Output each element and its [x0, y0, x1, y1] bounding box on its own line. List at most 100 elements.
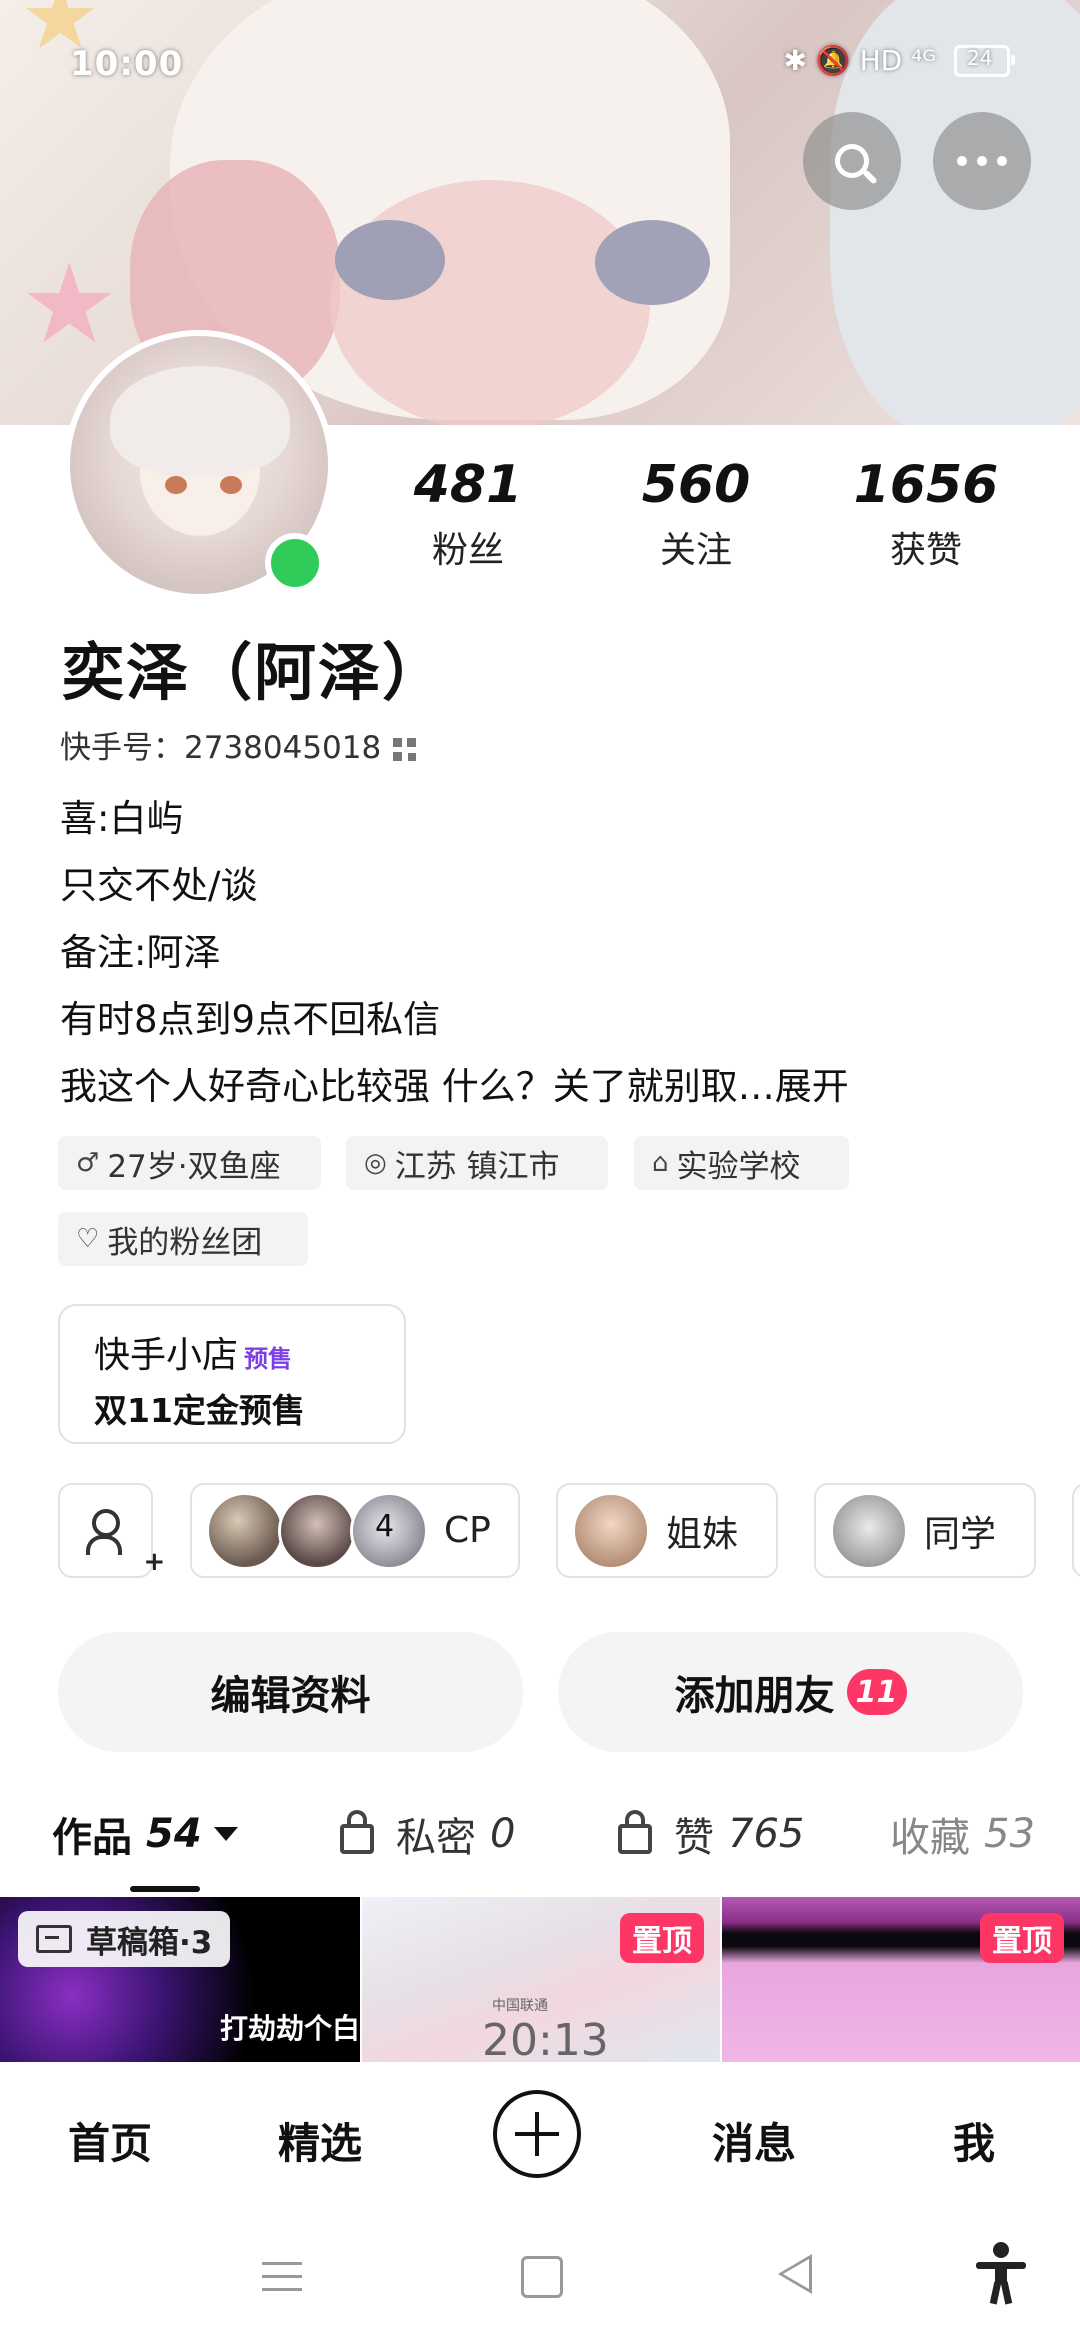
member-avatar: [278, 1491, 356, 1570]
heart-icon: ♡: [76, 1224, 100, 1254]
shop-title: 快手小店: [94, 1335, 239, 1376]
folder-icon: [36, 1925, 72, 1953]
more-button[interactable]: [933, 112, 1031, 210]
nav-messages[interactable]: 消息: [712, 2110, 796, 2171]
tab-works[interactable]: 作品 54: [52, 1805, 238, 1863]
member-count-avatar: 4: [350, 1491, 428, 1570]
tab-count: 54: [146, 1811, 202, 1857]
qr-code-icon[interactable]: [393, 737, 418, 762]
stat-value: 481: [413, 455, 523, 515]
star-decoration: ★: [20, 240, 119, 368]
online-status-indicator: [265, 533, 325, 593]
recent-apps-icon[interactable]: [262, 2262, 302, 2292]
search-button[interactable]: [803, 112, 901, 210]
tag-label: 27岁·双鱼座: [107, 1148, 281, 1185]
tab-label: 私密: [396, 1815, 476, 1861]
tab-count: 0: [490, 1811, 516, 1857]
caret-down-icon: [213, 1827, 238, 1841]
tag-fan-club[interactable]: ♡ 我的粉丝团: [58, 1212, 308, 1266]
add-person-icon: +: [85, 1507, 165, 1577]
tag-age-zodiac[interactable]: ♂ 27岁·双鱼座: [58, 1136, 321, 1190]
status-icons: ✱ 🔕 HD ⁴ᴳ 24: [783, 44, 1015, 77]
member-avatar: [572, 1491, 650, 1570]
tab-label: 收藏: [890, 1815, 970, 1861]
bio-line: 喜:白屿: [60, 797, 184, 840]
tag-label: 实验学校: [676, 1148, 801, 1185]
group-label: CP: [444, 1510, 491, 1551]
friend-request-badge: 11: [846, 1669, 907, 1715]
kuaishou-id[interactable]: 快手号：2738045018: [60, 722, 418, 767]
tab-label: 赞: [674, 1815, 714, 1861]
tab-favorites[interactable]: 收藏 53: [890, 1805, 1035, 1863]
add-friend-group-button[interactable]: +: [58, 1483, 165, 1578]
tag-label: 江苏 镇江市: [394, 1148, 560, 1185]
add-friend-label: 添加朋友: [674, 1673, 835, 1719]
tab-count: 53: [984, 1811, 1035, 1857]
edit-profile-button[interactable]: 编辑资料: [58, 1632, 523, 1752]
bio-line: 只交不处/谈: [60, 864, 258, 907]
thumbnail-small-text: 中国联通: [492, 1998, 548, 2014]
nav-home[interactable]: 首页: [68, 2110, 152, 2171]
location-icon: ◎: [364, 1148, 387, 1178]
bio-line: 备注:阿泽: [60, 931, 221, 974]
group-classmates[interactable]: 同学: [814, 1483, 1036, 1578]
video-thumbnail[interactable]: 置顶: [722, 1897, 1080, 2062]
group-label: 姐妹: [666, 1513, 739, 1555]
shop-card[interactable]: 快手小店 预售 双11定金预售: [58, 1304, 406, 1444]
add-friend-button[interactable]: 添加朋友 11: [558, 1632, 1023, 1752]
lock-icon: [340, 1810, 374, 1854]
tab-private[interactable]: 私密 0: [340, 1805, 515, 1863]
followers-stat[interactable]: 481 粉丝: [378, 455, 558, 573]
thumbnail-time: 20:13: [482, 2015, 609, 2062]
back-icon[interactable]: [778, 2254, 812, 2294]
nav-featured[interactable]: 精选: [278, 2110, 362, 2171]
member-avatar: [830, 1491, 908, 1570]
likes-stat[interactable]: 1656 获赞: [836, 455, 1016, 573]
tab-count: 765: [728, 1811, 805, 1857]
following-stat[interactable]: 560 关注: [606, 455, 786, 573]
more-icon: [957, 156, 1007, 166]
presale-badge: 预售: [244, 1345, 293, 1373]
kuaishou-id-text: 快手号：2738045018: [60, 730, 382, 766]
male-icon: ♂: [76, 1148, 100, 1178]
tag-location[interactable]: ◎ 江苏 镇江市: [346, 1136, 608, 1190]
school-icon: ⌂: [652, 1148, 669, 1178]
stat-label: 关注: [659, 530, 732, 571]
group-label: 同学: [924, 1513, 997, 1555]
nav-me[interactable]: 我: [953, 2110, 995, 2171]
pinned-badge: 置顶: [980, 1913, 1064, 1963]
battery-icon: 24: [954, 44, 1015, 77]
active-tab-indicator: [130, 1886, 200, 1892]
stat-label: 粉丝: [431, 530, 504, 571]
bio-line: 有时8点到9点不回私信: [60, 998, 441, 1041]
accessibility-icon[interactable]: [976, 2242, 1026, 2305]
draft-video-thumbnail[interactable]: 草稿箱·3 打劫劫个白: [0, 1897, 360, 2062]
home-icon[interactable]: [521, 2256, 563, 2298]
status-time: 10:00: [70, 44, 184, 84]
member-avatar: [206, 1491, 284, 1570]
lock-icon: [618, 1810, 652, 1854]
bio-line: 我这个人好奇心比较强 什么？关了就别取…展开: [60, 1065, 849, 1108]
shop-subtitle: 双11定金预售: [94, 1391, 305, 1430]
group-sisters[interactable]: 姐妹: [556, 1483, 778, 1578]
group-cp[interactable]: 4 CP: [190, 1483, 520, 1578]
system-navigation-bar: [0, 2212, 1080, 2340]
bottom-navigation: 首页 精选 消息 我: [0, 2062, 1080, 2212]
pinned-badge: 置顶: [620, 1913, 704, 1963]
group-more[interactable]: [1072, 1483, 1080, 1578]
drafts-badge[interactable]: 草稿箱·3: [18, 1911, 231, 1967]
video-thumbnail[interactable]: 中国联通 20:13 置顶: [362, 1897, 720, 2062]
tag-label: 我的粉丝团: [107, 1224, 263, 1261]
search-icon: [835, 144, 869, 178]
profile-name: 奕泽（阿泽）: [62, 636, 447, 709]
status-bar: 10:00 ✱ 🔕 HD ⁴ᴳ 24: [0, 0, 1080, 130]
stat-value: 560: [641, 455, 751, 515]
stat-value: 1656: [853, 455, 999, 515]
tab-label: 作品: [52, 1815, 132, 1861]
stat-label: 获赞: [889, 530, 962, 571]
create-post-button[interactable]: [493, 2090, 581, 2178]
bio[interactable]: 喜:白屿 只交不处/谈 备注:阿泽 有时8点到9点不回私信 我这个人好奇心比较强…: [60, 785, 849, 1120]
tag-school[interactable]: ⌂ 实验学校: [634, 1136, 849, 1190]
tab-likes[interactable]: 赞 765: [618, 1805, 804, 1863]
status-indicators: ✱ 🔕 HD ⁴ᴳ: [783, 44, 936, 77]
